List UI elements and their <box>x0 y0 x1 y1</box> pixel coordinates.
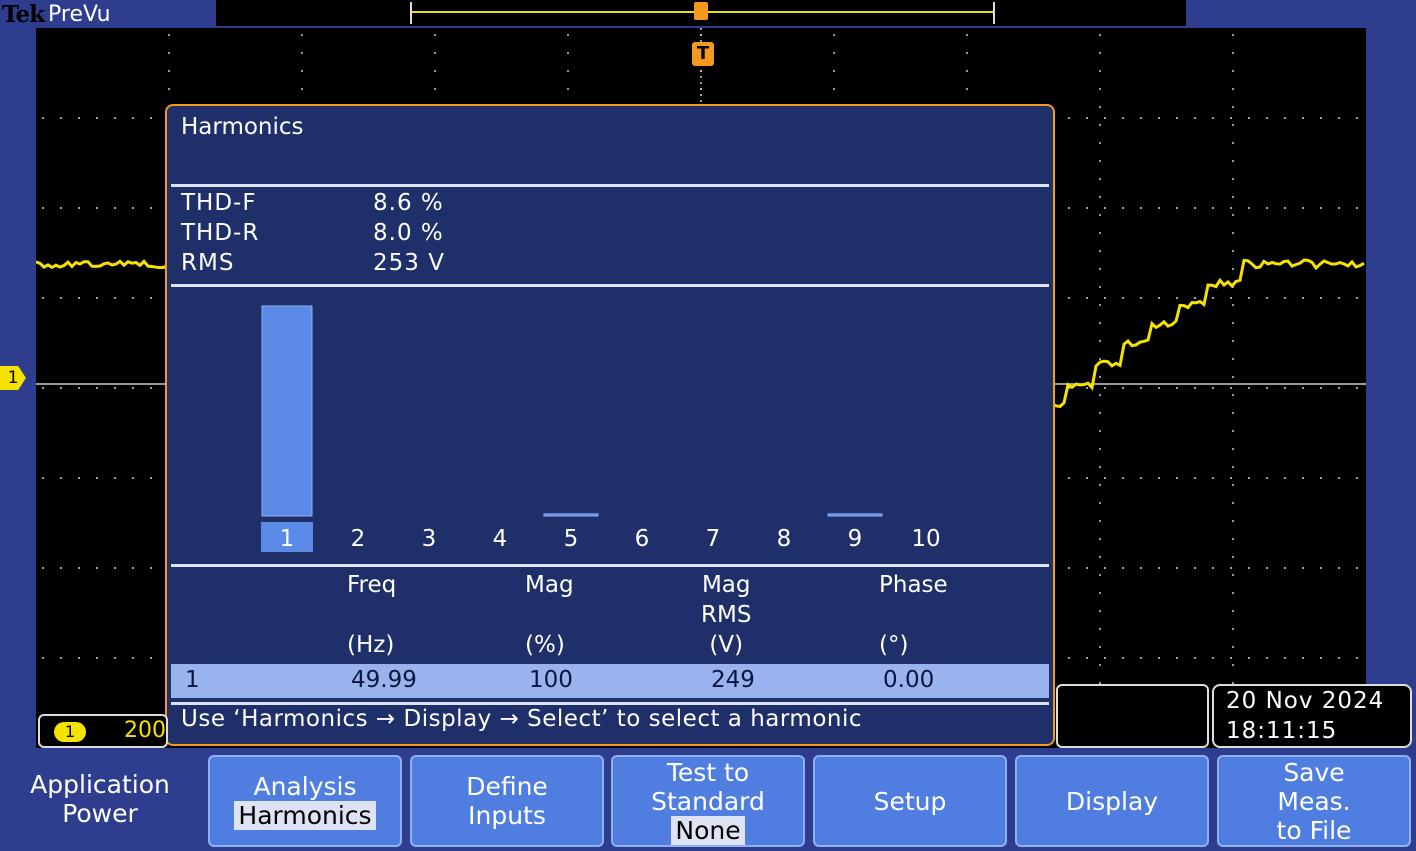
col-header-mag-rms: Mag RMS (V) <box>701 570 751 660</box>
harmonic-label-8[interactable]: 8 <box>777 526 792 552</box>
stat-value: 253 V <box>373 250 445 276</box>
stat-label: THD-R <box>181 220 373 246</box>
button-label: Inputs <box>468 801 546 830</box>
col-header-freq: Freq (Hz) <box>347 570 396 660</box>
harmonic-label-7[interactable]: 7 <box>706 526 721 552</box>
channel-1-readout[interactable]: 1 200 <box>38 714 168 748</box>
save-meas-to-file-button[interactable]: Save Meas. to File <box>1217 755 1411 847</box>
stat-label: RMS <box>181 250 373 276</box>
row-mag-rms: 249 <box>711 667 755 693</box>
readout-box <box>1056 684 1209 748</box>
channel-scale: 200 <box>124 718 166 743</box>
harmonics-panel: Harmonics THD-F 8.6 % THD-R 8.0 % RMS 253 V… <box>165 104 1055 746</box>
harmonic-bar-5[interactable] <box>544 514 598 516</box>
harmonic-label-10[interactable]: 10 <box>911 526 940 552</box>
record-window-left-edge <box>410 2 412 24</box>
application-label: Application Power <box>0 770 200 828</box>
button-label: Meas. <box>1277 787 1350 816</box>
stat-thd-r: THD-R 8.0 % <box>181 220 444 246</box>
col-name: Freq <box>347 570 396 600</box>
test-to-standard-button[interactable]: Test to Standard None <box>611 755 805 847</box>
harmonic-label-9[interactable]: 9 <box>848 526 863 552</box>
row-mag: 100 <box>529 667 573 693</box>
harmonic-bar-9[interactable] <box>828 514 882 516</box>
harmonic-label-2[interactable]: 2 <box>351 526 366 552</box>
harmonic-label-4[interactable]: 4 <box>493 526 508 552</box>
stat-rms: RMS 253 V <box>181 250 445 276</box>
stat-thd-f: THD-F 8.6 % <box>181 190 444 216</box>
row-freq: 49.99 <box>351 667 417 693</box>
harmonic-label-1[interactable]: 1 <box>280 526 295 552</box>
app-label-line1: Application <box>0 770 200 799</box>
button-label: Display <box>1066 787 1158 816</box>
record-view[interactable] <box>216 0 1186 26</box>
channel-1-ground-marker-icon[interactable]: 1 <box>0 366 26 390</box>
channel-number-badge: 1 <box>54 722 86 742</box>
app-label-line2: Power <box>0 799 200 828</box>
harmonic-label-3[interactable]: 3 <box>422 526 437 552</box>
button-label: Setup <box>874 787 947 816</box>
col-unit: (Hz) <box>347 630 396 660</box>
button-label: Save <box>1283 758 1344 787</box>
trigger-position-marker-icon <box>694 2 708 20</box>
analysis-button[interactable]: Analysis Harmonics <box>208 755 402 847</box>
status-bar: Tek PreVu <box>0 0 1416 28</box>
stat-value: 8.6 % <box>373 190 444 216</box>
col-name: Phase <box>879 570 948 600</box>
record-window-right-edge <box>993 2 995 24</box>
date-time-readout: 20 Nov 2024 18:11:15 <box>1212 684 1412 748</box>
col-unit: (V) <box>701 630 751 660</box>
harmonic-label-5[interactable]: 5 <box>564 526 579 552</box>
col-header-phase: Phase (°) <box>879 570 948 660</box>
col-name: Mag RMS <box>701 570 751 630</box>
harmonics-bar-chart[interactable]: 1 2 3 4 5 6 7 8 9 10 <box>167 286 1053 562</box>
trigger-marker-icon[interactable]: T <box>692 42 714 66</box>
display-button[interactable]: Display <box>1015 755 1209 847</box>
col-unit: (°) <box>879 630 948 660</box>
setup-button[interactable]: Setup <box>813 755 1007 847</box>
stat-value: 8.0 % <box>373 220 444 246</box>
harmonic-bar-1[interactable] <box>262 306 312 516</box>
divider <box>171 702 1049 705</box>
divider <box>171 564 1049 567</box>
button-label: to File <box>1277 816 1352 845</box>
tek-logo: Tek <box>0 1 44 28</box>
date: 20 Nov 2024 <box>1226 686 1410 716</box>
button-value: Harmonics <box>234 801 375 830</box>
divider <box>171 184 1049 187</box>
selected-harmonic-row[interactable]: 1 49.99 100 249 0.00 <box>171 664 1049 698</box>
button-value: None <box>671 816 744 845</box>
col-header-mag: Mag (%) <box>525 570 574 660</box>
row-harmonic: 1 <box>185 667 200 693</box>
row-phase: 0.00 <box>883 667 934 693</box>
brand: Tek PreVu <box>0 0 214 28</box>
col-name: Mag <box>525 570 574 600</box>
button-label: Test to <box>667 758 749 787</box>
acquisition-mode: PreVu <box>48 2 110 27</box>
panel-title: Harmonics <box>181 114 304 140</box>
hint-text: Use ‘Harmonics → Display → Select’ to se… <box>181 706 862 732</box>
stat-label: THD-F <box>181 190 373 216</box>
button-label: Analysis <box>253 772 356 801</box>
time: 18:11:15 <box>1226 716 1410 746</box>
define-inputs-button[interactable]: Define Inputs <box>410 755 604 847</box>
bottom-menu: Application Power Analysis Harmonics Def… <box>0 752 1416 851</box>
button-label: Define <box>466 772 548 801</box>
col-unit: (%) <box>525 630 574 660</box>
button-label: Standard <box>651 787 765 816</box>
harmonic-label-6[interactable]: 6 <box>635 526 650 552</box>
